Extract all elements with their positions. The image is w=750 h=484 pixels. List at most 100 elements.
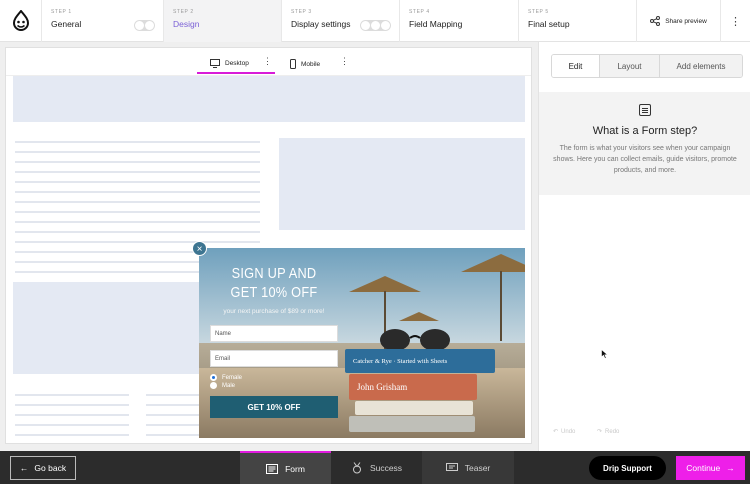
step-title: Field Mapping	[409, 19, 463, 29]
umbrella-shape	[461, 254, 525, 272]
step-toggle	[360, 20, 391, 31]
undo-button[interactable]: ↶ Undo	[553, 428, 576, 436]
placeholder-line	[15, 171, 260, 173]
share-preview-button[interactable]: Share preview	[636, 0, 720, 42]
placeholder-line	[15, 221, 260, 223]
step-design[interactable]: STEP 2 Design	[164, 0, 282, 42]
book-grey	[349, 416, 475, 432]
go-back-button[interactable]: ← Go back	[10, 456, 76, 480]
tab-form-label: Form	[285, 463, 305, 474]
placeholder-line	[146, 434, 200, 436]
device-tabs: Desktop ⋮ Mobile ⋮	[6, 48, 531, 76]
redo-button[interactable]: ↷ Redo	[597, 428, 620, 436]
placeholder-line	[15, 394, 129, 396]
tab-success-label: Success	[369, 462, 403, 473]
radio-female-label: Female	[222, 374, 243, 381]
drip-support-button[interactable]: Drip Support	[589, 456, 666, 480]
go-back-label: Go back	[34, 463, 67, 473]
step-toggle	[134, 20, 155, 31]
placeholder-image	[13, 282, 203, 374]
tab-desktop-label: Desktop	[225, 59, 249, 67]
teaser-icon	[445, 462, 458, 471]
placeholder-line	[146, 424, 200, 426]
step-number: STEP 5	[528, 9, 549, 15]
tab-success[interactable]: Success	[331, 451, 422, 484]
popup-headline: SIGN UP AND GET 10% OFF	[210, 264, 338, 302]
book-blue: Catcher & Rye · Started with Sheets	[345, 349, 495, 373]
form-step-info: What is a Form step? The form is what yo…	[539, 92, 750, 195]
properties-panel: Edit Layout Add elements What is a Form …	[538, 42, 750, 451]
radio-selected-icon	[210, 374, 217, 381]
step-title: Final setup	[528, 19, 570, 29]
placeholder-line	[15, 424, 129, 426]
popup-subtext: your next purchase of $89 or more!	[223, 308, 325, 315]
close-icon[interactable]: ×	[192, 241, 207, 256]
headline-line-2: GET 10% OFF	[230, 284, 318, 301]
arrow-right-icon: →	[726, 463, 735, 473]
step-display-settings[interactable]: STEP 3 Display settings	[282, 0, 400, 42]
step-title: Design	[173, 19, 200, 29]
placeholder-line	[15, 211, 260, 213]
placeholder-line	[146, 394, 200, 396]
placeholder-line	[15, 191, 260, 193]
undo-label: Undo	[561, 428, 576, 435]
placeholder-line	[15, 414, 129, 416]
info-title: What is a Form step?	[592, 125, 698, 137]
umbrella-shape	[349, 276, 421, 292]
tab-teaser[interactable]: Teaser	[422, 451, 514, 484]
mobile-icon	[290, 59, 296, 69]
placeholder-banner	[13, 76, 525, 122]
umbrella-pole	[500, 271, 502, 341]
more-options-icon[interactable]: ⋮	[720, 0, 750, 42]
name-field[interactable]: Name	[210, 325, 338, 342]
redo-icon: ↷	[597, 429, 603, 435]
info-text: The form is what your visitors see when …	[553, 145, 737, 174]
umbrella-shape	[399, 312, 439, 321]
tab-mobile-label: Mobile	[301, 60, 321, 68]
radio-male-label: Male	[222, 382, 236, 389]
step-number: STEP 1	[51, 9, 72, 15]
continue-label: Continue	[686, 463, 721, 473]
placeholder-line	[15, 241, 260, 243]
placeholder-line	[146, 414, 200, 416]
headline-line-1: SIGN UP AND	[231, 265, 317, 282]
placeholder-line	[146, 404, 200, 406]
placeholder-line	[15, 161, 260, 163]
form-icon	[639, 104, 651, 116]
tab-layout[interactable]: Layout	[600, 55, 660, 77]
tab-add-elements[interactable]: Add elements	[660, 55, 742, 77]
undo-icon: ↶	[553, 429, 559, 435]
mouse-cursor-icon	[601, 349, 608, 359]
book-white	[355, 401, 473, 415]
get-discount-button[interactable]: GET 10% OFF	[210, 396, 338, 418]
tab-edit[interactable]: Edit	[552, 55, 600, 77]
redo-label: Redo	[605, 428, 620, 435]
placeholder-line	[15, 141, 260, 143]
desktop-options-icon[interactable]: ⋮	[263, 56, 272, 67]
tab-mobile[interactable]: Mobile	[290, 54, 320, 74]
step-field-mapping[interactable]: STEP 4 Field Mapping	[400, 0, 519, 42]
mobile-options-icon[interactable]: ⋮	[340, 56, 349, 67]
radio-male[interactable]: Male	[210, 382, 235, 389]
step-general[interactable]: STEP 1 General	[42, 0, 164, 42]
share-preview-label: Share preview	[665, 17, 707, 25]
desktop-icon	[210, 58, 220, 68]
continue-button[interactable]: Continue →	[676, 456, 745, 480]
placeholder-image	[279, 138, 525, 230]
email-field[interactable]: Email	[210, 350, 338, 367]
tab-teaser-label: Teaser	[464, 462, 491, 473]
tab-form[interactable]: Form	[240, 451, 331, 484]
radio-female[interactable]: Female	[210, 374, 242, 381]
step-final-setup[interactable]: STEP 5 Final setup	[519, 0, 636, 42]
book-orange: John Grisham	[349, 374, 477, 400]
placeholder-line	[15, 231, 260, 233]
step-number: STEP 3	[291, 9, 312, 15]
placeholder-line	[15, 404, 129, 406]
form-icon	[266, 463, 279, 474]
arrow-left-icon: ←	[19, 463, 29, 473]
radio-unselected-icon	[210, 382, 217, 389]
drip-logo-icon[interactable]	[0, 0, 42, 42]
placeholder-line	[15, 434, 129, 436]
popup-form[interactable]: Catcher & Rye · Started with Sheets John…	[199, 248, 525, 438]
panel-tabs: Edit Layout Add elements	[551, 54, 743, 78]
